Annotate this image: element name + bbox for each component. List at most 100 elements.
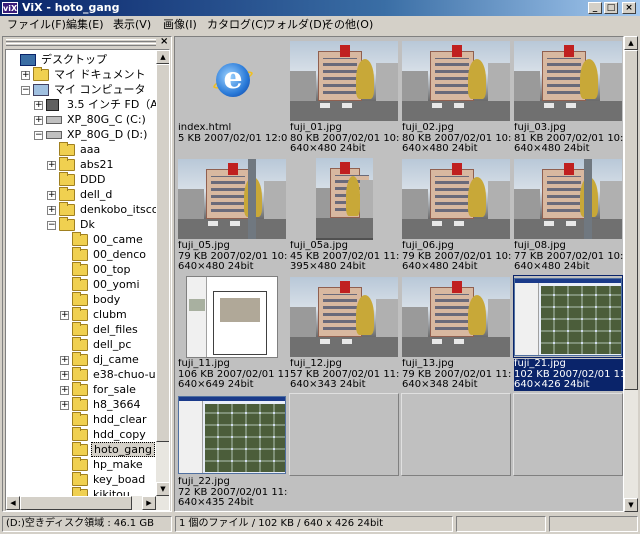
thumbnail-item[interactable]: fuji_03.jpg 81 KB 2007/02/01 10:4 640×480 … (512, 38, 623, 156)
tree-node[interactable]: − Dk (6, 217, 156, 233)
folder-icon (72, 397, 88, 411)
thumbnail-item[interactable]: fuji_08.jpg 77 KB 2007/02/01 10:4 640×480 … (512, 156, 623, 274)
thumbnail-item[interactable]: fuji_13.jpg 79 KB 2007/02/01 11:0 640×348 … (400, 274, 512, 392)
menu-edit[interactable]: 編集(E) (63, 17, 107, 33)
tree-node[interactable]: 00_came (6, 232, 156, 248)
tree-node[interactable]: デスクトップ (6, 52, 156, 68)
tree-vertical-scrollbar[interactable]: ▲ ▼ (156, 50, 169, 510)
expand-icon[interactable]: + (34, 116, 43, 125)
tree-horizontal-scrollbar[interactable]: ◀ ▶ (6, 496, 156, 510)
tree-node[interactable]: hp_make (6, 457, 156, 473)
menu-view[interactable]: 表示(V) (110, 17, 154, 33)
expand-icon[interactable]: + (47, 191, 56, 200)
tree-node[interactable]: hdd_copy (6, 427, 156, 443)
expand-icon[interactable]: + (60, 371, 69, 380)
expand-icon[interactable]: + (21, 71, 30, 80)
close-pane-icon[interactable]: × (160, 36, 168, 47)
tree-node[interactable]: del_files (6, 322, 156, 338)
tree-node[interactable]: 00_top (6, 262, 156, 278)
thumbnail-item[interactable]: e index.html 5 KB 2007/02/01 12:05 (176, 38, 288, 156)
app-icon[interactable]: viX (2, 2, 18, 14)
menu-catalog[interactable]: カタログ(C) (204, 17, 270, 33)
tree-scroll-thumb[interactable] (156, 64, 169, 442)
menu-other[interactable]: その他(O) (320, 17, 376, 33)
tree-node[interactable]: + abs21 (6, 157, 156, 173)
screenshot-thumbnail (178, 395, 286, 474)
expand-icon[interactable]: + (47, 161, 56, 170)
tree-node[interactable]: 00_yomi (6, 277, 156, 293)
tree-node[interactable]: 00_denco (6, 247, 156, 263)
grid-scroll-up-arrow-icon[interactable]: ▲ (624, 36, 638, 50)
tree-pane-header: × (3, 36, 171, 49)
thumbnail-item[interactable]: fuji_05.jpg 79 KB 2007/02/01 10:4 640×480 … (176, 156, 288, 274)
tree-node[interactable]: hoto_gang (6, 442, 156, 458)
tree-node[interactable]: − マイ コンピュータ (6, 82, 156, 98)
window-title: ViX - hoto_gang (22, 1, 120, 14)
thumbnail-item[interactable]: fuji_01.jpg 80 KB 2007/02/01 10:4 640×480 … (288, 38, 400, 156)
folder-icon (59, 217, 75, 231)
tree-node[interactable]: + h8_3664 (6, 397, 156, 413)
expand-icon[interactable]: + (60, 401, 69, 410)
minimize-button[interactable]: _ (588, 2, 602, 14)
tree-node[interactable]: + for_sale (6, 382, 156, 398)
scroll-left-arrow-icon[interactable]: ◀ (6, 496, 20, 510)
collapse-icon[interactable]: − (21, 86, 30, 95)
tree-node[interactable]: body (6, 292, 156, 308)
scroll-right-arrow-icon[interactable]: ▶ (142, 496, 156, 510)
tree-node[interactable]: − XP_80G_D (D:) (6, 127, 156, 143)
thumbnail-item[interactable]: fuji_22.jpg 72 KB 2007/02/01 11:4 640×435 … (176, 392, 288, 510)
expand-icon[interactable]: + (34, 101, 43, 110)
thumbnail-item[interactable]: fuji_12.jpg 57 KB 2007/02/01 11:0 640×343 … (288, 274, 400, 392)
thumbnail-item[interactable]: fuji_02.jpg 80 KB 2007/02/01 10:4 640×480 … (400, 38, 512, 156)
tree-node[interactable]: hdd_clear (6, 412, 156, 428)
menu-file[interactable]: ファイル(F) (4, 17, 69, 33)
tree-node[interactable]: dell_pc (6, 337, 156, 353)
grid-scroll-down-arrow-icon[interactable]: ▼ (624, 498, 638, 512)
expand-icon[interactable]: + (60, 356, 69, 365)
tree-node[interactable]: + clubm (6, 307, 156, 323)
collapse-icon[interactable]: − (34, 131, 43, 140)
tree-node[interactable]: key_boad (6, 472, 156, 488)
collapse-icon[interactable]: − (47, 221, 56, 230)
title-bar[interactable]: viX ViX - hoto_gang _ □ × (0, 0, 640, 16)
tree-node-label: 00_yomi (93, 278, 140, 291)
photo-thumbnail (514, 158, 622, 239)
tree-node-label: 00_denco (93, 248, 146, 261)
tree-hscroll-thumb[interactable] (20, 496, 132, 510)
expand-icon[interactable]: + (60, 311, 69, 320)
grid-vertical-scrollbar[interactable]: ▲ ▼ (624, 36, 638, 512)
scroll-down-arrow-icon[interactable]: ▼ (156, 482, 169, 496)
folder-icon (59, 187, 75, 201)
caption-dims: 640×426 24bit (514, 379, 590, 390)
thumbnail-item[interactable]: fuji_11.jpg 106 KB 2007/02/01 11 640×649 2… (176, 274, 288, 392)
menu-image[interactable]: 画像(I) (160, 17, 200, 33)
tree-node[interactable]: + denkobo_itscom (6, 202, 169, 218)
tree-node[interactable]: +3.5 インチ FD（A:） (6, 97, 169, 113)
tree-node[interactable]: aaa (6, 142, 156, 158)
tree-node-label: body (93, 293, 121, 306)
grid-scroll-thumb[interactable] (624, 50, 638, 390)
menu-folder[interactable]: フォルダ(D) (262, 17, 329, 33)
tree-node[interactable]: + dj_came (6, 352, 156, 368)
thumbnail-image (177, 275, 287, 358)
tree-node[interactable]: + e38-chuo-u (6, 367, 156, 383)
caption-dims: 640×649 24bit (178, 379, 254, 390)
thumbnail-item[interactable]: fuji_05a.jpg 45 KB 2007/02/01 11:0 395×480… (288, 156, 400, 274)
scroll-up-arrow-icon[interactable]: ▲ (156, 50, 169, 64)
maximize-button[interactable]: □ (604, 2, 618, 14)
tree-node[interactable]: DDD (6, 172, 156, 188)
thumbnail-item[interactable]: fuji_21.jpg 102 KB 2007/02/01 11 640×426 2… (512, 274, 623, 392)
expand-icon[interactable]: + (60, 386, 69, 395)
expand-icon[interactable]: + (47, 206, 56, 215)
thumbnail-caption: fuji_01.jpg 80 KB 2007/02/01 10:4 640×480 … (290, 123, 400, 155)
status-panel-4 (549, 516, 638, 532)
thumbnail-item[interactable]: fuji_06.jpg 79 KB 2007/02/01 10:4 640×480 … (400, 156, 512, 274)
disk-free-status: (D:)空きディスク領域 : 46.1 GB (2, 516, 172, 532)
tree-node[interactable]: + マイ ドキュメント (6, 67, 156, 83)
close-button[interactable]: × (622, 2, 636, 14)
tree-node-label: hdd_copy (93, 428, 146, 441)
tree-node[interactable]: + dell_d (6, 187, 156, 203)
tree-node[interactable]: + XP_80G_C (C:) (6, 112, 156, 128)
tree-node-label: dell_d (80, 188, 113, 201)
pane-grip[interactable] (6, 39, 156, 42)
